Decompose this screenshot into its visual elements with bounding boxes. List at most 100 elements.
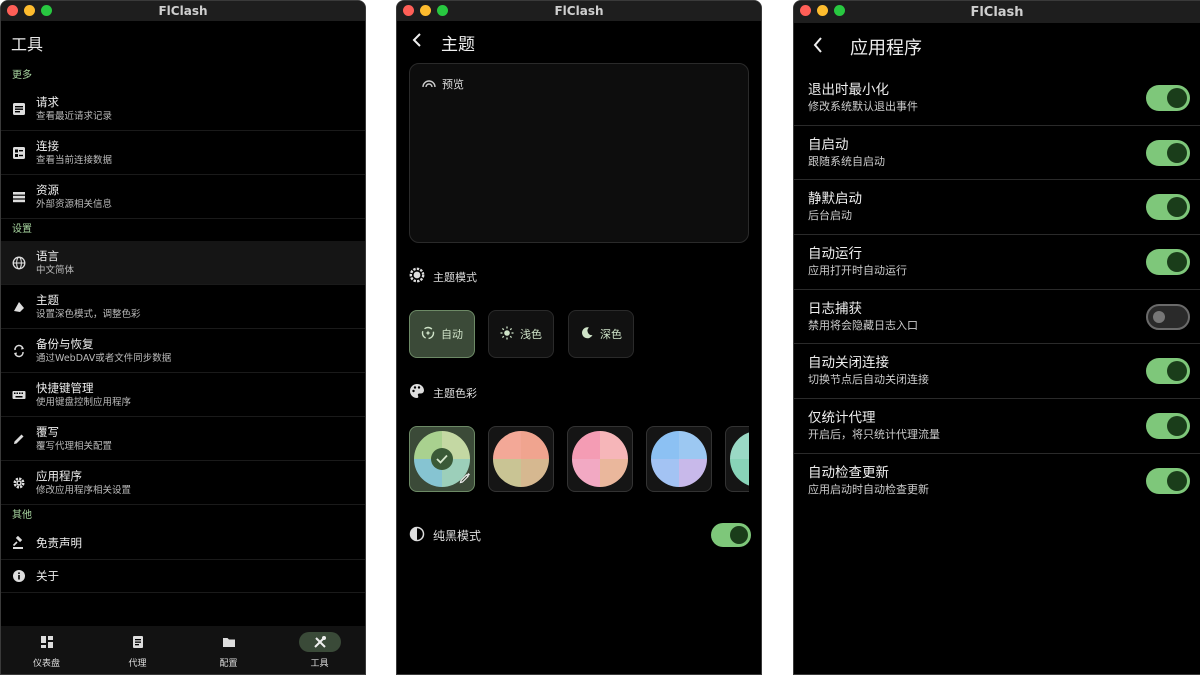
application-window: FlClash 应用程序 退出时最小化 修改系统默认退出事件 自启动 跟随系统自启动… (793, 0, 1200, 675)
setting-toggle[interactable] (1146, 84, 1190, 111)
back-arrow-icon[interactable] (411, 32, 423, 52)
setting-title: 日志捕获 (808, 300, 862, 317)
tools-item-disclaimer[interactable]: 免责声明 (1, 527, 365, 560)
nav-label: 代理 (128, 658, 147, 669)
setting-auto-launch[interactable]: 自启动 跟随系统自启动 (794, 126, 1200, 181)
setting-subtitle: 禁用将会隐藏日志入口 (808, 318, 918, 332)
close-window-button[interactable] (800, 5, 811, 16)
item-title: 连接 (36, 138, 59, 153)
item-title: 应用程序 (36, 468, 82, 483)
color-swatch-teal-button[interactable] (725, 426, 749, 492)
tools-icon (298, 631, 341, 652)
toggle-knob (1167, 87, 1187, 108)
section-label-settings: 设置 (12, 224, 32, 235)
setting-toggle[interactable] (1146, 468, 1190, 495)
maximize-window-button[interactable] (437, 5, 448, 16)
section-label-other: 其他 (12, 510, 32, 521)
color-swatch-list (409, 421, 749, 499)
mode-light-button[interactable]: 浅色 (488, 310, 554, 358)
theme-color-label: 主题色彩 (409, 383, 477, 402)
page-title: 应用程序 (850, 38, 922, 59)
nav-config[interactable]: 配置 (183, 626, 274, 674)
mode-label: 自动 (441, 328, 463, 341)
setting-toggle[interactable] (1146, 358, 1190, 385)
setting-auto-check-update[interactable]: 自动检查更新 应用启动时自动检查更新 (794, 454, 1200, 509)
color-swatch-pink-button[interactable] (567, 426, 633, 492)
minimize-window-button[interactable] (420, 5, 431, 16)
item-title: 免责声明 (36, 535, 82, 550)
back-arrow-icon[interactable] (812, 36, 824, 58)
color-swatch-peach-button[interactable] (488, 426, 554, 492)
eyedropper-icon[interactable] (459, 469, 471, 488)
setting-toggle[interactable] (1146, 139, 1190, 166)
folder-icon (208, 632, 250, 652)
minimize-window-button[interactable] (817, 5, 828, 16)
setting-subtitle: 应用打开时自动运行 (808, 263, 907, 277)
setting-silent-launch[interactable]: 静默启动 后台启动 (794, 180, 1200, 236)
tools-item-application[interactable]: 应用程序 修改应用程序相关设置 (1, 461, 365, 505)
mode-dark-button[interactable]: 深色 (568, 310, 634, 358)
pure-black-toggle[interactable] (711, 523, 751, 547)
title-bar: FlClash (1, 1, 365, 21)
window-controls (800, 5, 845, 16)
setting-subtitle: 修改系统默认退出事件 (808, 99, 918, 113)
auto-mode-icon (421, 326, 435, 343)
page-header: 主题 (397, 21, 761, 63)
theme-color-text: 主题色彩 (433, 386, 477, 400)
info-icon (11, 568, 27, 584)
color-swatch-peach (493, 431, 549, 487)
maximize-window-button[interactable] (834, 5, 845, 16)
color-swatch-selected[interactable] (409, 426, 475, 492)
setting-title: 退出时最小化 (808, 81, 889, 98)
tools-window: FlClash 工具 更多 请求 查看最近请求记录 连接 查看当前连接数据 资源 外部… (0, 0, 366, 675)
gear-icon (11, 475, 27, 491)
setting-log-capture[interactable]: 日志捕获 禁用将会隐藏日志入口 (794, 290, 1200, 345)
minimize-window-button[interactable] (24, 5, 35, 16)
toggle-knob (730, 526, 748, 544)
tools-item-about[interactable]: 关于 (1, 560, 365, 593)
setting-title: 仅统计代理 (808, 409, 876, 426)
setting-proxy-only-stats[interactable]: 仅统计代理 开启后，将只统计代理流量 (794, 399, 1200, 454)
theme-mode-label: 主题模式 (409, 267, 477, 286)
backup-icon (11, 343, 27, 359)
setting-toggle[interactable] (1146, 303, 1190, 330)
item-subtitle: 外部资源相关信息 (36, 198, 113, 210)
color-swatch-pink (572, 431, 628, 487)
setting-minimize-on-exit[interactable]: 退出时最小化 修改系统默认退出事件 (794, 71, 1200, 126)
color-swatch-blue-button[interactable] (646, 426, 712, 492)
pure-black-text: 纯黑模式 (433, 529, 482, 543)
tools-item-connection[interactable]: 连接 查看当前连接数据 (1, 131, 365, 175)
window-controls (7, 5, 52, 16)
check-icon (431, 448, 453, 470)
toggle-knob (1167, 197, 1187, 218)
item-subtitle: 覆写代理相关配置 (36, 440, 113, 452)
close-window-button[interactable] (7, 5, 18, 16)
item-title: 覆写 (36, 424, 59, 439)
close-window-button[interactable] (403, 5, 414, 16)
setting-toggle[interactable] (1146, 248, 1190, 275)
item-title: 请求 (36, 94, 59, 109)
nav-proxy[interactable]: 代理 (92, 626, 183, 674)
tools-item-override[interactable]: 覆写 覆写代理相关配置 (1, 417, 365, 461)
nav-dashboard[interactable]: 仪表盘 (1, 626, 92, 674)
setting-toggle[interactable] (1146, 412, 1190, 439)
setting-subtitle: 切换节点后自动关闭连接 (808, 373, 929, 387)
section-label-more: 更多 (12, 70, 32, 81)
rainbow-icon (422, 78, 436, 91)
tools-item-language[interactable]: 语言 中文简体 (1, 241, 365, 285)
item-title: 快捷键管理 (36, 380, 94, 395)
mode-auto-button[interactable]: 自动 (409, 310, 475, 358)
tools-item-request[interactable]: 请求 查看最近请求记录 (1, 87, 365, 131)
tools-item-theme[interactable]: 主题 设置深色模式，调整色彩 (1, 285, 365, 329)
tools-item-backup[interactable]: 备份与恢复 通过WebDAV或者文件同步数据 (1, 329, 365, 373)
nav-tools[interactable]: 工具 (274, 626, 365, 674)
maximize-window-button[interactable] (41, 5, 52, 16)
item-subtitle: 修改应用程序相关设置 (36, 484, 132, 496)
setting-toggle[interactable] (1146, 194, 1190, 221)
tools-item-resource[interactable]: 资源 外部资源相关信息 (1, 175, 365, 219)
setting-auto-run[interactable]: 自动运行 应用打开时自动运行 (794, 235, 1200, 290)
toggle-knob (1167, 251, 1187, 272)
tools-item-hotkeys[interactable]: 快捷键管理 使用键盘控制应用程序 (1, 373, 365, 417)
setting-auto-close-connections[interactable]: 自动关闭连接 切换节点后自动关闭连接 (794, 344, 1200, 400)
setting-title: 自动检查更新 (808, 465, 889, 482)
